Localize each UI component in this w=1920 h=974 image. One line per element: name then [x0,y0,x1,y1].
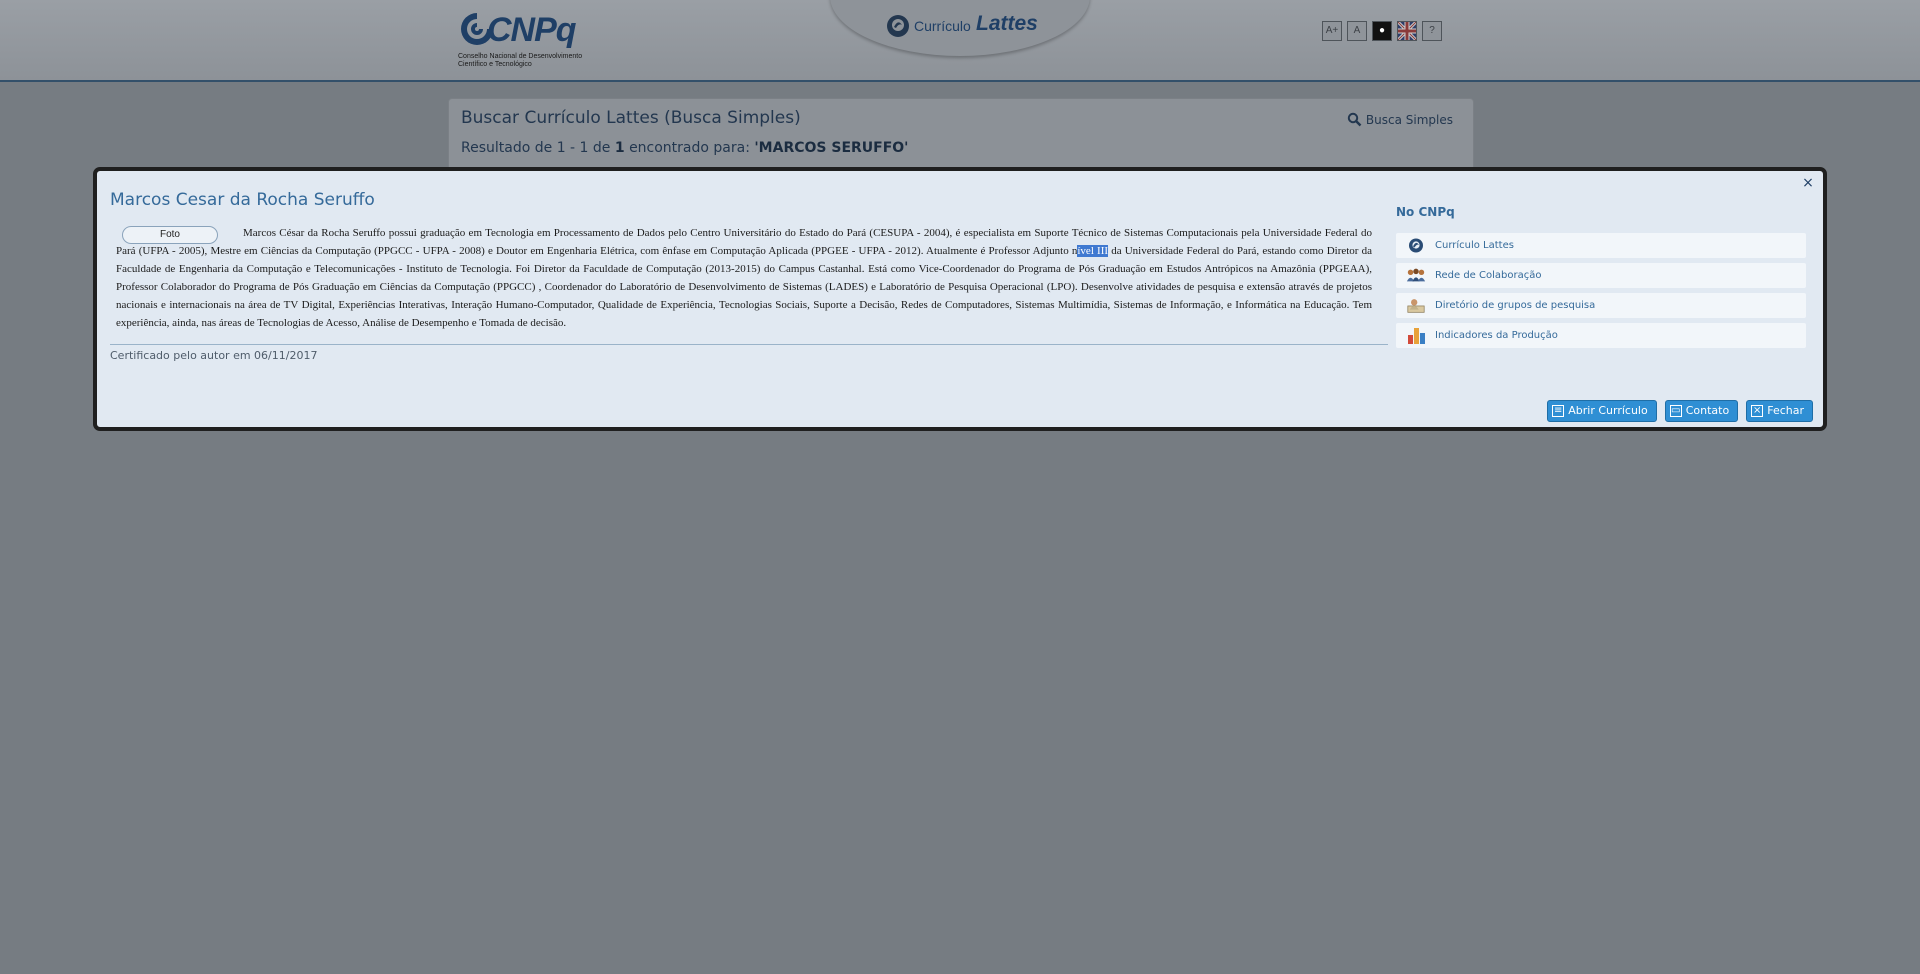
simple-search-link-label: Busca Simples [1365,113,1453,127]
cnpq-logo-subtitle: Conselho Nacional de Desenvolvimento Cie… [458,53,588,69]
simple-search-link[interactable]: Busca Simples [1347,112,1453,127]
contact-button[interactable]: ▭ Contato [1664,400,1739,422]
lattes-logo-icon [887,15,909,37]
people-icon [1406,268,1426,282]
sidebar-item-label: Rede de Colaboração [1435,270,1542,281]
researcher-preview-modal: × Marcos Cesar da Rocha Seruffo Foto Mar… [93,167,1827,431]
result-middle: encontrado para: [629,140,750,156]
close-label: Fechar [1767,404,1804,417]
bio-text-part-2: da Universidade Federal do Pará, estando… [116,245,1373,329]
accessibility-toolbar: A+ A ● ? [1322,21,1442,41]
bio-divider [110,344,1388,345]
lattes-icon [1409,238,1423,253]
sidebar-item-rede-colaboracao[interactable]: Rede de Colaboração [1396,263,1806,288]
sidebar-title: No CNPq [1396,205,1455,219]
certification-note: Certificado pelo autor em 06/11/2017 [110,349,318,362]
increase-font-button[interactable]: A+ [1322,21,1342,41]
sidebar-item-indicadores-producao[interactable]: Indicadores da Produção [1396,323,1806,348]
sidebar-item-label: Currículo Lattes [1435,240,1514,251]
researcher-name: Marcos Cesar da Rocha Seruffo [110,190,375,210]
bar-chart-icon [1408,328,1425,344]
decrease-font-button[interactable]: A [1347,21,1367,41]
modal-action-buttons: ≡ Abrir Currículo ▭ Contato × Fechar [1547,400,1813,422]
sidebar-item-curriculo-lattes[interactable]: Currículo Lattes [1396,233,1806,258]
sidebar-item-diretorio-grupos[interactable]: Diretório de grupos de pesquisa [1396,293,1806,318]
modal-close-icon[interactable]: × [1801,176,1815,190]
directory-icon [1407,299,1425,313]
lattes-logo-word-curriculo: Currículo [914,18,971,34]
open-curriculum-label: Abrir Currículo [1568,404,1648,417]
search-panel-title: Buscar Currículo Lattes (Busca Simples) [461,108,801,128]
uk-flag-icon [1398,22,1416,40]
logo-subtitle-line-1: Conselho Nacional de Desenvolvimento [458,53,583,60]
site-header: CNPq Conselho Nacional de Desenvolviment… [0,0,1920,82]
english-flag-icon[interactable] [1397,21,1417,41]
contact-label: Contato [1685,404,1730,417]
open-curriculum-button[interactable]: ≡ Abrir Currículo [1547,400,1657,422]
document-icon: ≡ [1552,405,1565,417]
researcher-bio: Marcos César da Rocha Seruffo possui gra… [116,224,1372,332]
cnpq-links-list: Currículo Lattes Rede de Colaboração Dir… [1396,233,1806,353]
search-result-summary: Resultado de 1 - 1 de 1 encontrado para:… [461,140,908,156]
bio-selected-text: ível III [1077,245,1109,257]
help-button[interactable]: ? [1422,21,1442,41]
cnpq-logo[interactable]: CNPq Conselho Nacional de Desenvolviment… [457,9,587,71]
high-contrast-button[interactable]: ● [1372,21,1392,41]
sidebar-item-label: Diretório de grupos de pesquisa [1435,300,1596,311]
logo-subtitle-line-2: Científico e Tecnológico [458,61,532,68]
magnifier-icon [1347,112,1362,127]
result-query: 'MARCOS SERUFFO' [754,140,909,156]
close-icon: × [1751,405,1764,417]
cnpq-logo-text: CNPq [487,11,577,49]
lattes-logo-word-lattes: Lattes [976,12,1038,35]
mail-icon: ▭ [1669,405,1682,417]
sidebar-item-label: Indicadores da Produção [1435,330,1558,341]
result-count: 1 [614,140,625,156]
result-prefix: Resultado de 1 - 1 de [461,140,611,156]
close-button[interactable]: × Fechar [1746,400,1813,422]
